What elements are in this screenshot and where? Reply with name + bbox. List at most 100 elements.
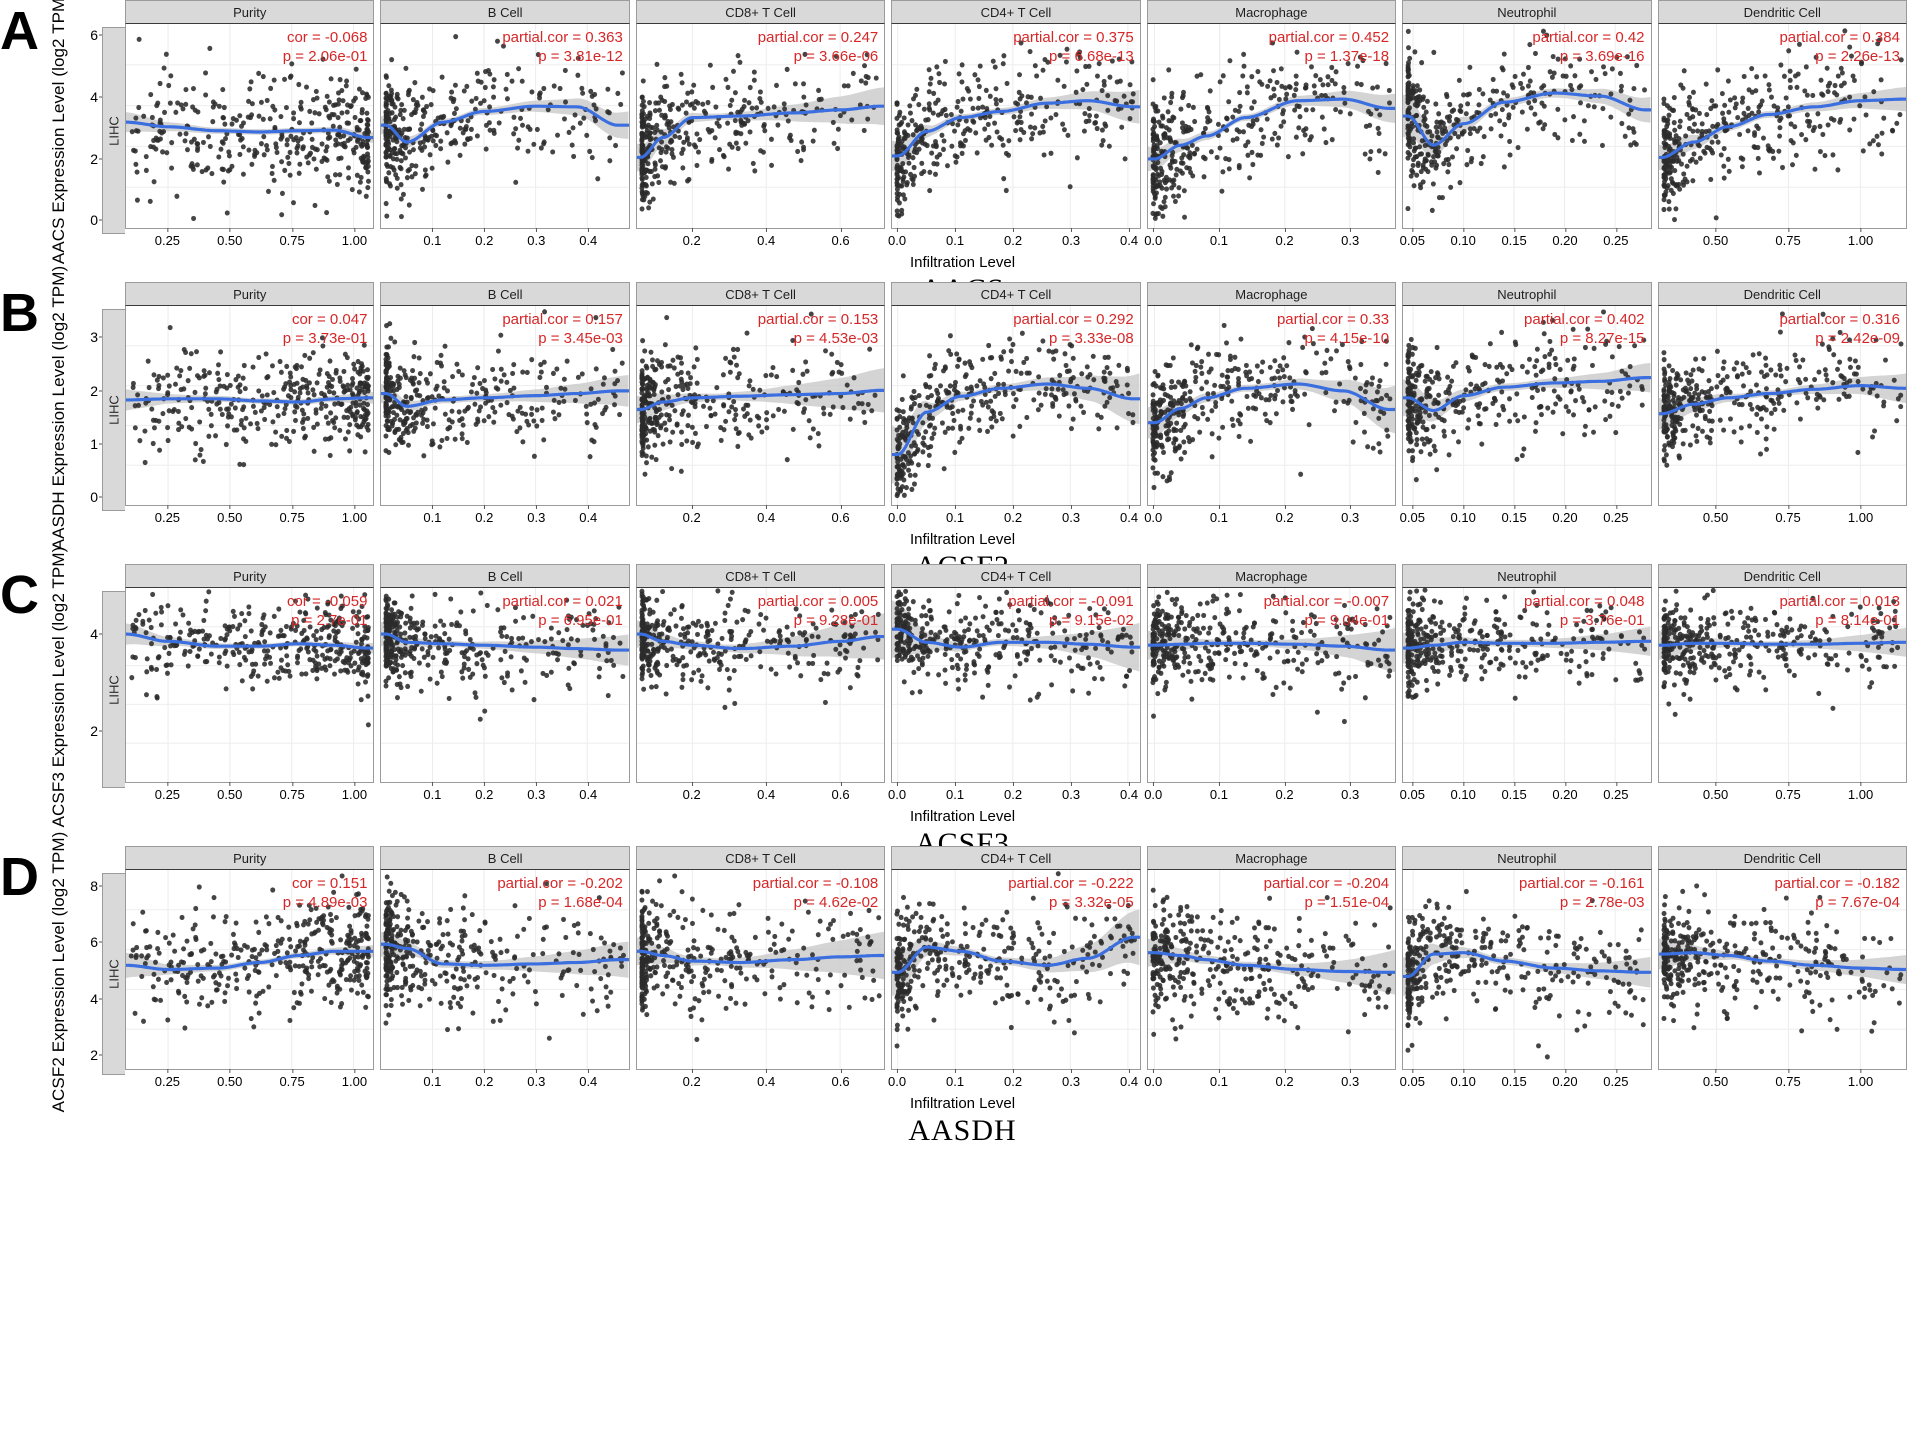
y-axis-ticks: 2 4 6 8 — [72, 871, 102, 1097]
cohort-strip: LIHC — [102, 27, 125, 234]
x-tick-label: 0.10 — [1450, 228, 1476, 248]
x-tick-label: 0.1 — [423, 782, 442, 802]
facet-title: CD8+ T Cell — [725, 850, 796, 866]
x-axis-ticks: 0.05 0.10 0.15 0.20 0.25 — [1399, 505, 1651, 532]
x-tick-label: 0.15 — [1501, 1069, 1527, 1089]
x-tick-label: 0.25 — [154, 782, 181, 802]
x-tick-label: 0.1 — [946, 505, 965, 525]
scatter-plot[interactable]: cor = 0.047 p = 3.73e-01 — [125, 306, 375, 506]
x-tick-label: 0.4 — [579, 782, 598, 802]
x-tick-label: 0.2 — [682, 228, 701, 248]
facet-title: Neutrophil — [1497, 850, 1557, 866]
x-axis-ticks: 0.1 0.2 0.3 0.4 — [380, 228, 629, 255]
scatter-plot[interactable]: partial.cor = -0.202 p = 1.68e-04 — [380, 870, 630, 1070]
x-tick-label: 0.4 — [757, 505, 776, 525]
x-tick-label: 0.75 — [279, 782, 305, 802]
cohort-label: LIHC — [106, 115, 122, 146]
x-axis-title: Infiltration Level — [909, 254, 1016, 271]
scatter-plot[interactable]: partial.cor = -0.108 p = 4.62e-02 — [635, 870, 886, 1070]
facet-container: Purity cor = -0.059 p = 2.7e-01 0.25 0.50 0.7… — [125, 564, 1925, 810]
x-tick-label: 0.1 — [1209, 228, 1228, 248]
x-tick-label: 0.2 — [1275, 1069, 1294, 1089]
scatter-plot[interactable]: partial.cor = 0.157 p = 3.45e-03 — [380, 306, 630, 506]
y-tick-label: 0 — [90, 489, 98, 506]
x-tick-label: 0.20 — [1552, 505, 1578, 525]
scatter-plot[interactable]: cor = -0.059 p = 2.7e-01 — [125, 588, 375, 783]
facet-header: Purity — [125, 0, 375, 24]
scatter-plot[interactable]: cor = -0.068 p = 2.06e-01 — [125, 24, 375, 229]
facet-header: CD4+ T Cell — [891, 564, 1141, 588]
x-tick-label: 0.10 — [1450, 1069, 1476, 1089]
x-tick-label: 0.25 — [1603, 228, 1629, 248]
scatter-plot[interactable]: partial.cor = 0.375 p = 6.68e-13 — [891, 24, 1141, 229]
scatter-plot[interactable]: cor = 0.151 p = 4.89e-03 — [125, 870, 375, 1070]
y-axis-title: ACSF2 Expression Level (log2 TPM) — [49, 831, 68, 1112]
facet-header: CD8+ T Cell — [635, 564, 886, 588]
scatter-plot[interactable]: partial.cor = -0.182 p = 7.67e-04 — [1657, 870, 1907, 1070]
y-tick-label: 4 — [90, 625, 98, 642]
scatter-plot[interactable]: partial.cor = 0.005 p = 9.28e-01 — [635, 588, 886, 783]
x-tick-label: 0.4 — [579, 1069, 598, 1089]
facet-title: Macrophage — [1235, 286, 1308, 302]
x-tick-label: 0.75 — [1775, 782, 1801, 802]
x-tick-label: 0.1 — [946, 1069, 965, 1089]
x-tick-label: 0.3 — [527, 505, 546, 525]
scatter-plot[interactable]: partial.cor = -0.222 p = 3.32e-05 — [891, 870, 1141, 1070]
scatter-plot[interactable]: partial.cor = -0.007 p = 9.04e-01 — [1146, 588, 1397, 783]
x-tick-label: 0.6 — [831, 505, 850, 525]
cohort-strip: LIHC — [102, 309, 125, 511]
scatter-plot[interactable]: partial.cor = -0.161 p = 2.78e-03 — [1402, 870, 1652, 1070]
x-tick-label: 0.75 — [279, 228, 305, 248]
scatter-plot[interactable]: partial.cor = 0.292 p = 3.33e-08 — [891, 306, 1141, 506]
x-tick-label: 0.25 — [1603, 1069, 1629, 1089]
facet-title: Purity — [233, 850, 267, 866]
scatter-plot[interactable]: partial.cor = 0.402 p = 8.27e-15 — [1402, 306, 1652, 506]
facet-header: CD8+ T Cell — [635, 0, 886, 24]
scatter-plot[interactable]: partial.cor = 0.316 p = 2.42e-09 — [1657, 306, 1907, 506]
scatter-plot[interactable]: partial.cor = 0.021 p = 6.95e-01 — [380, 588, 630, 783]
facet-header: Dendritic Cell — [1657, 846, 1907, 870]
x-tick-label: 0.25 — [1603, 782, 1629, 802]
facet-neutrophil: Neutrophil partial.cor = 0.402 p = 8.27e-1… — [1399, 282, 1652, 533]
y-tick-label: 2 — [90, 1047, 98, 1064]
facet-header: Macrophage — [1146, 846, 1397, 870]
scatter-plot[interactable]: partial.cor = 0.363 p = 3.81e-12 — [380, 24, 630, 229]
x-tick-label: 0.10 — [1450, 505, 1476, 525]
x-axis-ticks: 0.0 0.1 0.2 0.3 — [1144, 1069, 1396, 1096]
x-tick-label: 1.00 — [1847, 228, 1874, 248]
facet-purity: Purity cor = 0.151 p = 4.89e-03 0.25 0.50 0.7… — [125, 846, 375, 1097]
x-tick-label: 0.05 — [1399, 505, 1425, 525]
x-tick-label: 1.00 — [341, 1069, 368, 1089]
facet-purity: Purity cor = -0.068 p = 2.06e-01 0.25 0.50 0.… — [125, 0, 375, 256]
cohort-strip: LIHC — [102, 591, 125, 788]
facet-dendritic-cell: Dendritic Cell partial.cor = 0.384 p = 2.2… — [1657, 0, 1907, 256]
scatter-plot[interactable]: partial.cor = 0.013 p = 8.14e-01 — [1657, 588, 1907, 783]
facet-title: CD8+ T Cell — [725, 4, 796, 20]
x-tick-label: 0.4 — [1120, 782, 1139, 802]
scatter-plot[interactable]: partial.cor = 0.384 p = 2.26e-13 — [1657, 24, 1907, 229]
x-tick-label: 0.3 — [527, 1069, 546, 1089]
facet-header: B Cell — [380, 564, 630, 588]
scatter-plot[interactable]: partial.cor = 0.048 p = 3.76e-01 — [1402, 588, 1652, 783]
facet-b-cell: B Cell partial.cor = 0.157 p = 3.45e-03 0.1… — [380, 282, 630, 533]
x-axis-ticks: 0.0 0.1 0.2 0.3 — [1144, 505, 1396, 532]
scatter-plot[interactable]: partial.cor = 0.452 p = 1.37e-18 — [1146, 24, 1397, 229]
scatter-plot[interactable]: partial.cor = 0.247 p = 3.66e-06 — [635, 24, 886, 229]
facet-header: B Cell — [380, 0, 630, 24]
x-tick-label: 0.3 — [1341, 782, 1360, 802]
scatter-plot[interactable]: partial.cor = 0.153 p = 4.53e-03 — [635, 306, 886, 506]
scatter-plot[interactable]: partial.cor = 0.42 p = 3.69e-16 — [1402, 24, 1652, 229]
facet-header: Macrophage — [1146, 282, 1397, 306]
y-tick-label: 6 — [90, 27, 98, 44]
x-axis-ticks: 0.2 0.4 0.6 — [636, 228, 885, 255]
facet-title: CD4+ T Cell — [980, 4, 1052, 20]
x-tick-label: 0.4 — [579, 505, 598, 525]
scatter-plot[interactable]: partial.cor = -0.091 p = 9.15e-02 — [891, 588, 1141, 783]
x-axis-ticks: 0.1 0.2 0.3 0.4 — [380, 1069, 629, 1096]
panel-row-b: B AASDH Expression Level (log2 TPM) 0 1 2 3 LI… — [0, 265, 1925, 583]
facet-header: CD4+ T Cell — [891, 282, 1141, 306]
x-tick-label: 0.4 — [579, 228, 598, 248]
scatter-plot[interactable]: partial.cor = 0.33 p = 4.15e-10 — [1146, 306, 1397, 506]
scatter-plot[interactable]: partial.cor = -0.204 p = 1.51e-04 — [1146, 870, 1397, 1070]
y-tick-label: 6 — [90, 934, 98, 951]
